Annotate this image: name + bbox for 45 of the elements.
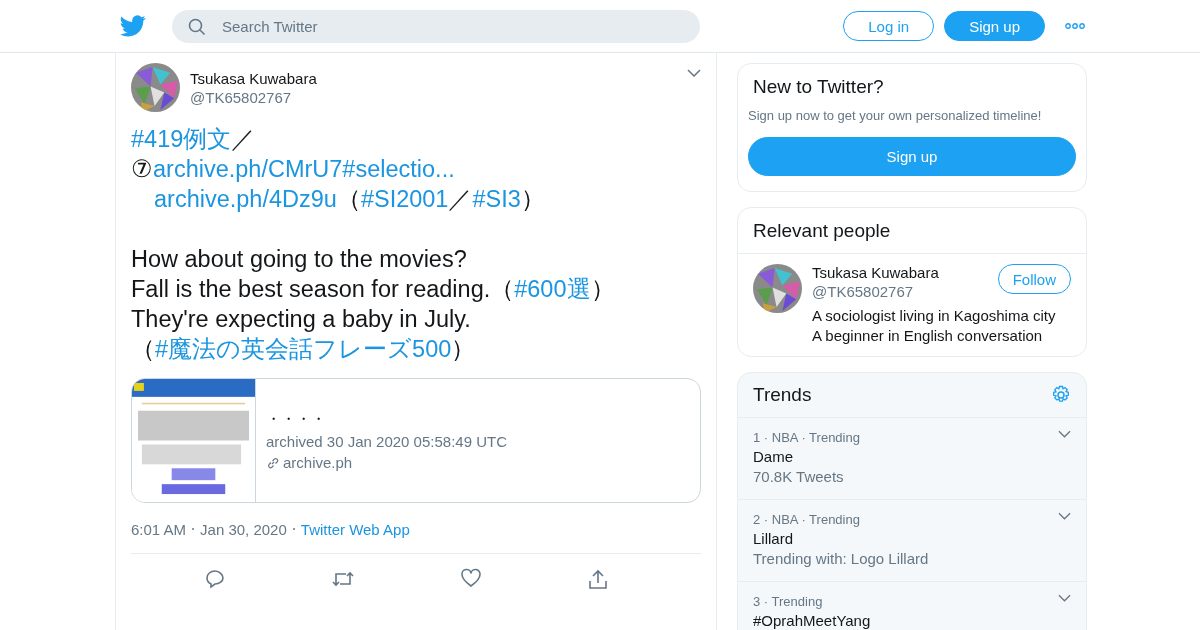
tweet-link[interactable]: #魔法の英会話フレーズ500 <box>155 336 452 362</box>
author-handle: @TK65802767 <box>190 88 293 106</box>
card-subtitle: archived 30 Jan 2020 05:58:49 UTC <box>266 433 507 450</box>
heart-icon[interactable] <box>459 568 482 588</box>
signup-button[interactable]: Sign up <box>748 137 1076 176</box>
tweet-link[interactable]: archive.ph/4Dz9u <box>154 186 337 212</box>
search-icon <box>188 17 206 36</box>
person-bio: A beginner in English conversation <box>812 326 1044 346</box>
link-card[interactable]: ・・・・ archived 30 Jan 2020 05:58:49 UTC archive.ph <box>131 378 701 503</box>
trend-item[interactable]: 3 · Trending #OprahMeetYang <box>738 582 1086 630</box>
chevron-down-icon[interactable] <box>687 69 701 77</box>
person-handle: @TK65802767 <box>812 283 915 300</box>
signup-button[interactable]: Sign up <box>944 11 1045 41</box>
tweet-text: #419例文／ ⑦archive.ph/CMrU7#selectio... archive.ph/4Dz9u（#SI2001／#SI3） How about going to the movies? Fall is the best season for reading.（#600選） They're expecting a baby in July.（#魔法の英会話フレーズ500） <box>131 125 616 364</box>
settings-icon[interactable] <box>1051 385 1071 405</box>
trend-item[interactable]: 2 · NBA · Trending Lillard Trending with: Logo Lillard <box>738 500 1086 582</box>
person-bio: A sociologist living in Kagoshima city <box>812 306 1057 326</box>
tweet-link[interactable]: #SI3 <box>472 186 521 212</box>
follow-button[interactable]: Follow <box>997 264 1071 294</box>
tweet-date: Jan 30, 2020 <box>200 521 287 538</box>
person-name[interactable]: Tsukasa Kuwabara <box>812 264 939 281</box>
card-title: New to Twitter? <box>753 76 885 98</box>
chevron-down-icon[interactable] <box>1058 512 1071 520</box>
chevron-down-icon[interactable] <box>1058 594 1071 602</box>
card-domain: archive.ph <box>283 454 353 471</box>
card-title: Relevant people <box>738 208 1086 254</box>
author-name[interactable]: Tsukasa Kuwabara <box>190 69 317 87</box>
bird-logo-icon[interactable] <box>120 13 146 39</box>
signup-prompt: Sign up now to get your own personalized timeline! <box>748 108 1043 123</box>
more-icon[interactable] <box>1065 23 1085 29</box>
source-link[interactable]: Twitter Web App <box>300 521 410 538</box>
tweet-link[interactable]: archive.ph/CMrU7#selectio... <box>153 156 455 182</box>
search-field[interactable]: Search Twitter <box>172 9 700 43</box>
chevron-down-icon[interactable] <box>1058 430 1071 438</box>
tweet-link[interactable]: #SI2001 <box>360 186 449 212</box>
tweet-time: 6:01 AM <box>131 521 187 538</box>
share-icon[interactable] <box>586 568 609 590</box>
link-icon <box>266 455 280 470</box>
tweet-link[interactable]: #600選 <box>514 276 591 302</box>
trend-item[interactable]: 1 · NBA · Trending Dame 70.8K Tweets <box>738 418 1086 500</box>
card-title: ・・・・ <box>266 410 327 429</box>
reply-icon[interactable] <box>203 568 226 590</box>
tweet-link[interactable]: #419例文 <box>131 126 232 152</box>
card-title: Trends <box>753 384 812 406</box>
login-button[interactable]: Log in <box>843 11 935 41</box>
